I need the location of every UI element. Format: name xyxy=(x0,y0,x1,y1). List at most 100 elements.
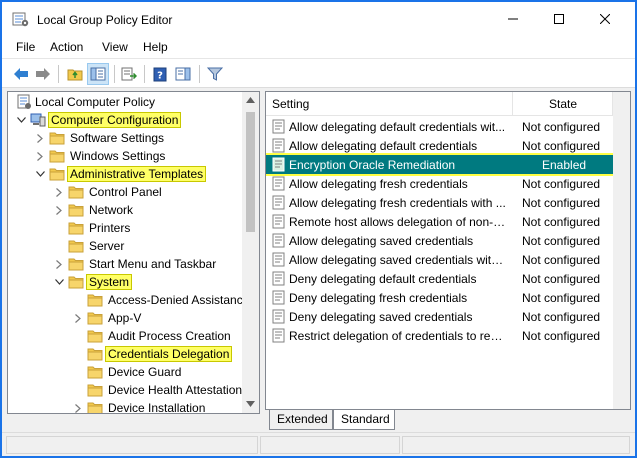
expanded-chevron-icon[interactable] xyxy=(16,114,26,126)
export-list-icon xyxy=(121,67,137,81)
tree-item[interactable]: Software Settings xyxy=(8,129,248,147)
folder-icon xyxy=(87,382,103,398)
folder-icon xyxy=(87,400,103,413)
tree-item-label: Device Installation xyxy=(108,401,206,414)
tree-item[interactable]: Device Guard xyxy=(8,363,248,381)
folder-icon xyxy=(87,364,103,380)
back-button[interactable] xyxy=(10,63,32,85)
setting-row[interactable]: Allow delegating fresh credentials with … xyxy=(266,193,614,212)
setting-row[interactable]: Deny delegating default credentials Not c… xyxy=(266,269,614,288)
setting-state: Not configured xyxy=(522,120,601,134)
setting-name: Allow delegating saved credentials xyxy=(289,234,474,248)
setting-row[interactable]: Deny delegating saved credentials Not con… xyxy=(266,307,614,326)
column-header-setting-label: Setting xyxy=(272,97,310,111)
forward-button[interactable] xyxy=(32,63,54,85)
tree-item[interactable]: Computer Configuration xyxy=(8,111,248,129)
folder-icon xyxy=(68,184,84,200)
tree-item-label: Windows Settings xyxy=(70,149,166,163)
tree-item-label: Network xyxy=(89,203,134,217)
maximize-button[interactable] xyxy=(536,2,582,36)
computer-icon xyxy=(30,112,46,128)
folder-icon xyxy=(68,238,84,254)
setting-row[interactable]: Allow delegating default credentials wit… xyxy=(266,117,614,136)
toolbar-separator xyxy=(144,65,145,83)
policy-editor-app-icon xyxy=(12,12,29,27)
setting-state: Not configured xyxy=(522,215,601,229)
tree-item[interactable]: Network xyxy=(8,201,248,219)
expanded-chevron-icon[interactable] xyxy=(54,276,64,288)
tree-item[interactable]: Administrative Templates xyxy=(8,165,248,183)
status-segment xyxy=(260,436,400,454)
tree-item[interactable]: Access-Denied Assistance xyxy=(8,291,249,309)
column-header-state-label: State xyxy=(549,97,578,111)
collapsed-chevron-icon[interactable] xyxy=(35,150,45,162)
tree-item[interactable]: System xyxy=(8,273,248,291)
menu-help[interactable]: Help xyxy=(143,40,168,54)
tree-item[interactable]: Local Computer Policy xyxy=(8,93,248,111)
tree-vertical-scrollbar[interactable] xyxy=(242,92,259,413)
folder-icon xyxy=(68,202,84,218)
list-vertical-scrollbar[interactable] xyxy=(613,92,630,409)
tree-item[interactable]: Credentials Delegation xyxy=(8,345,248,363)
collapsed-chevron-icon[interactable] xyxy=(73,312,83,324)
tree-scroll-thumb[interactable] xyxy=(246,112,255,232)
setting-row[interactable]: Allow delegating saved credentials with … xyxy=(266,250,614,269)
setting-name: Restrict delegation of credentials to re… xyxy=(289,329,509,343)
tree-item[interactable]: Device Health Attestation xyxy=(8,381,248,399)
tree-item-label: Audit Process Creation xyxy=(108,329,231,343)
tab-extended[interactable]: Extended xyxy=(269,410,333,430)
tree-item[interactable]: Printers xyxy=(8,219,248,237)
setting-row[interactable]: Allow delegating saved credentials Not co… xyxy=(266,231,614,250)
collapsed-chevron-icon[interactable] xyxy=(35,132,45,144)
menu-action[interactable]: Action xyxy=(50,40,83,54)
group-policy-editor-window: Local Group Policy Editor File Action Vi… xyxy=(0,0,637,458)
policy-setting-icon xyxy=(272,119,286,134)
tree-item[interactable]: Control Panel xyxy=(8,183,248,201)
setting-state: Not configured xyxy=(522,196,601,210)
setting-row[interactable]: Remote host allows delegation of non-e..… xyxy=(266,212,614,231)
tree-item[interactable]: Device Installation xyxy=(8,399,248,414)
setting-state: Not configured xyxy=(522,310,601,324)
collapsed-chevron-icon[interactable] xyxy=(54,258,64,270)
collapsed-chevron-icon[interactable] xyxy=(54,186,64,198)
collapsed-chevron-icon[interactable] xyxy=(54,204,64,216)
tree-item[interactable]: App-V xyxy=(8,309,248,327)
folder-icon xyxy=(87,328,103,344)
filter-button[interactable] xyxy=(204,63,226,85)
expanded-chevron-icon[interactable] xyxy=(35,168,45,180)
help-button[interactable]: ? xyxy=(149,63,171,85)
scroll-down-arrow-icon[interactable] xyxy=(246,401,255,407)
export-list-button[interactable] xyxy=(118,63,140,85)
setting-state: Not configured xyxy=(522,177,601,191)
tree-item[interactable]: Start Menu and Taskbar xyxy=(8,255,248,273)
show-hide-console-tree-button[interactable] xyxy=(87,63,109,85)
up-one-level-button[interactable] xyxy=(64,63,86,85)
policy-setting-icon xyxy=(272,309,286,324)
folder-icon xyxy=(87,292,103,308)
tab-standard[interactable]: Standard xyxy=(333,410,395,430)
setting-row[interactable]: Allow delegating default credentials Not … xyxy=(266,136,614,155)
scroll-up-arrow-icon[interactable] xyxy=(246,97,255,103)
tree-item-label: Computer Configuration xyxy=(47,112,182,128)
tree-item[interactable]: Audit Process Creation xyxy=(8,327,248,345)
setting-row[interactable]: Restrict delegation of credentials to re… xyxy=(266,326,614,345)
column-header-state[interactable]: State xyxy=(513,92,613,116)
settings-list[interactable]: Setting State Allow delegating default c… xyxy=(265,91,631,410)
toolbar: ? xyxy=(2,58,635,88)
console-tree[interactable]: Local Computer Policy Computer Configurat… xyxy=(7,91,260,414)
column-header-setting[interactable]: Setting xyxy=(266,92,513,116)
status-segment xyxy=(6,436,258,454)
minimize-button[interactable] xyxy=(490,2,536,36)
tree-item-label: Software Settings xyxy=(70,131,165,145)
show-hide-action-pane-button[interactable] xyxy=(172,63,194,85)
setting-row[interactable]: Deny delegating fresh credentials Not con… xyxy=(266,288,614,307)
menu-view[interactable]: View xyxy=(102,40,128,54)
menu-file[interactable]: File xyxy=(16,40,35,54)
setting-row[interactable]: Allow delegating fresh credentials Not co… xyxy=(266,174,614,193)
close-button[interactable] xyxy=(582,2,628,36)
setting-row[interactable]: Encryption Oracle Remediation Enabled xyxy=(266,153,616,176)
tree-item[interactable]: Server xyxy=(8,237,248,255)
tree-item[interactable]: Windows Settings xyxy=(8,147,248,165)
tree-item-label: System xyxy=(85,274,133,290)
collapsed-chevron-icon[interactable] xyxy=(73,402,83,413)
